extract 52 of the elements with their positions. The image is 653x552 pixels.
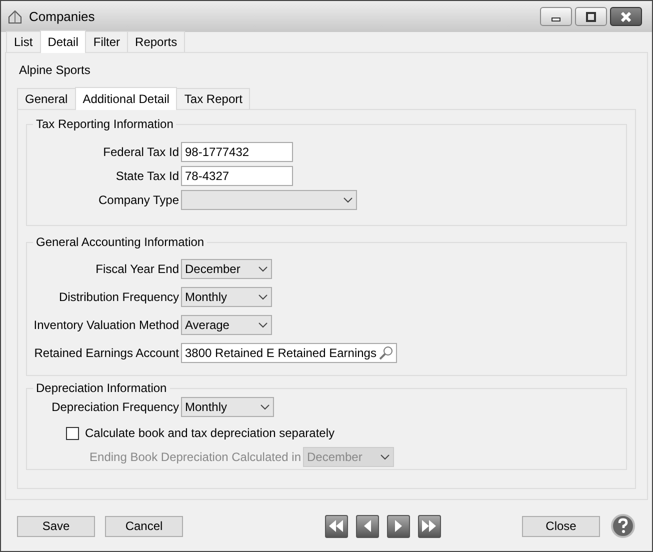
next-record-button[interactable] bbox=[386, 514, 410, 538]
maximize-button[interactable] bbox=[575, 7, 607, 26]
chevron-down-icon bbox=[258, 322, 268, 328]
chevron-down-icon bbox=[343, 197, 353, 203]
minimize-button[interactable] bbox=[540, 7, 572, 26]
tab[interactable]: List bbox=[6, 31, 41, 52]
field-label: State Tax Id bbox=[114, 169, 180, 183]
dropdown: December bbox=[303, 447, 394, 467]
field-label: Fiscal Year End bbox=[94, 262, 180, 276]
text-field[interactable]: 98-1777432 bbox=[181, 142, 293, 162]
group-title: Depreciation Information bbox=[33, 381, 170, 395]
group-title: General Accounting Information bbox=[33, 235, 208, 249]
dropdown[interactable]: Average bbox=[181, 315, 272, 335]
previous-record-button[interactable] bbox=[356, 514, 378, 538]
field-label: Company Type bbox=[98, 193, 180, 207]
field-label: Distribution Frequency bbox=[58, 290, 180, 304]
chevron-down-icon bbox=[258, 294, 268, 300]
lookup-field[interactable]: 3800 Retained E Retained Earnings bbox=[181, 343, 397, 363]
maximize-icon bbox=[586, 12, 596, 22]
house-icon bbox=[7, 8, 23, 24]
chevron-down-icon bbox=[380, 454, 390, 460]
dropdown[interactable]: December bbox=[181, 259, 272, 279]
checkbox-label: Calculate book and tax depreciation separately bbox=[85, 426, 334, 440]
close-icon bbox=[620, 12, 632, 22]
field-label: Ending Book Depreciation Calculated in bbox=[88, 450, 302, 464]
field-label: Retained Earnings Account bbox=[33, 346, 180, 360]
button[interactable]: Cancel bbox=[105, 516, 183, 536]
help-icon bbox=[611, 514, 635, 538]
button[interactable]: Close bbox=[522, 516, 600, 536]
dropdown[interactable]: Monthly bbox=[181, 397, 274, 417]
window-title: Companies bbox=[29, 9, 95, 24]
tab[interactable]: Reports bbox=[127, 31, 186, 52]
close-button[interactable] bbox=[610, 7, 642, 26]
tab[interactable]: Additional Detail bbox=[74, 87, 178, 110]
search-icon bbox=[379, 346, 393, 360]
group-title: Tax Reporting Information bbox=[33, 117, 176, 131]
first-record-button[interactable] bbox=[324, 514, 348, 538]
last-record-button[interactable] bbox=[418, 514, 440, 538]
chevron-down-icon bbox=[260, 404, 270, 410]
tab[interactable]: Detail bbox=[40, 30, 86, 53]
tab[interactable]: Tax Report bbox=[176, 88, 250, 109]
field-label: Federal Tax Id bbox=[102, 145, 180, 159]
help-button[interactable] bbox=[610, 513, 636, 539]
checkbox[interactable] bbox=[66, 426, 79, 440]
field-label: Inventory Valuation Method bbox=[32, 318, 180, 332]
text-field[interactable]: 78-4327 bbox=[181, 166, 293, 186]
chevron-down-icon bbox=[258, 266, 268, 272]
button[interactable]: Save bbox=[17, 516, 95, 536]
field-label: Depreciation Frequency bbox=[50, 400, 180, 414]
dropdown[interactable]: Monthly bbox=[181, 287, 272, 307]
tab[interactable]: General bbox=[17, 88, 76, 109]
company-name: Alpine Sports bbox=[19, 63, 92, 79]
